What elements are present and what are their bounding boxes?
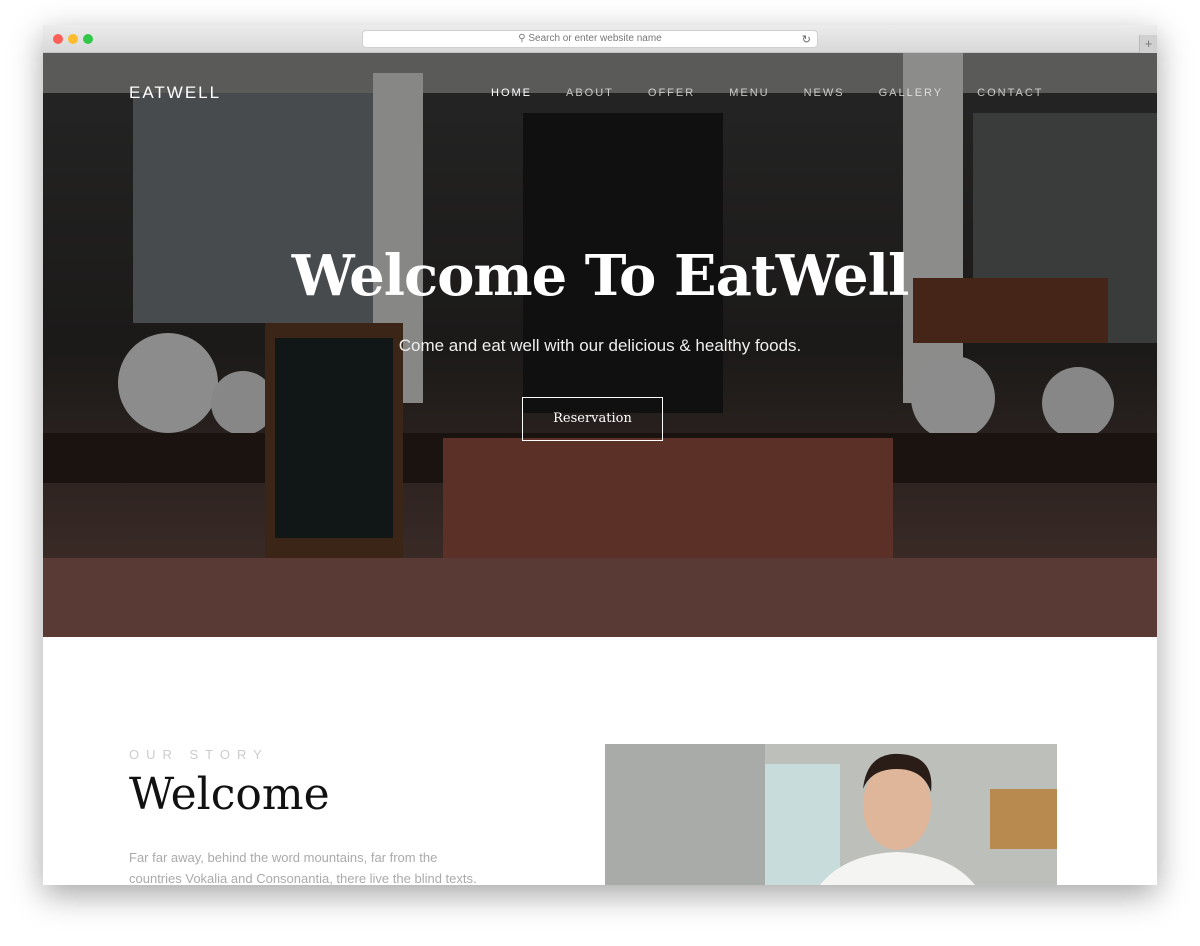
reload-icon[interactable]: ↻ <box>802 32 811 48</box>
hero-section: EATWELL HOME ABOUT OFFER MENU NEWS GALLE… <box>43 53 1157 637</box>
main-nav: HOME ABOUT OFFER MENU NEWS GALLERY CONTA… <box>491 87 1078 99</box>
browser-window: ⚲ Search or enter website name ↻ + EATWEL… <box>43 25 1157 885</box>
address-placeholder: Search or enter website name <box>528 33 662 44</box>
nav-home[interactable]: HOME <box>491 87 532 99</box>
new-tab-button[interactable]: + <box>1139 35 1157 53</box>
browser-toolbar: ⚲ Search or enter website name ↻ + <box>43 25 1157 53</box>
nav-about[interactable]: ABOUT <box>566 87 614 99</box>
site-logo[interactable]: EATWELL <box>129 83 221 103</box>
reservation-button[interactable]: Reservation <box>522 397 663 441</box>
hero-subtitle: Come and eat well with our delicious & h… <box>398 336 802 355</box>
section-kicker: OUR STORY <box>129 747 269 762</box>
close-window-button[interactable] <box>53 34 63 44</box>
chef-photo <box>605 744 1057 885</box>
our-story-section: OUR STORY Welcome Far far away, behind t… <box>43 637 1157 885</box>
nav-offer[interactable]: OFFER <box>648 87 695 99</box>
nav-contact[interactable]: CONTACT <box>977 87 1043 99</box>
section-title: Welcome <box>129 769 330 820</box>
minimize-window-button[interactable] <box>68 34 78 44</box>
nav-menu[interactable]: MENU <box>729 87 769 99</box>
hero-title: Welcome To EatWell <box>291 243 909 309</box>
nav-gallery[interactable]: GALLERY <box>879 87 944 99</box>
maximize-window-button[interactable] <box>83 34 93 44</box>
nav-news[interactable]: NEWS <box>804 87 845 99</box>
search-icon: ⚲ <box>518 33 526 44</box>
address-bar[interactable]: ⚲ Search or enter website name ↻ <box>362 30 818 48</box>
section-text: Far far away, behind the word mountains,… <box>129 850 477 885</box>
